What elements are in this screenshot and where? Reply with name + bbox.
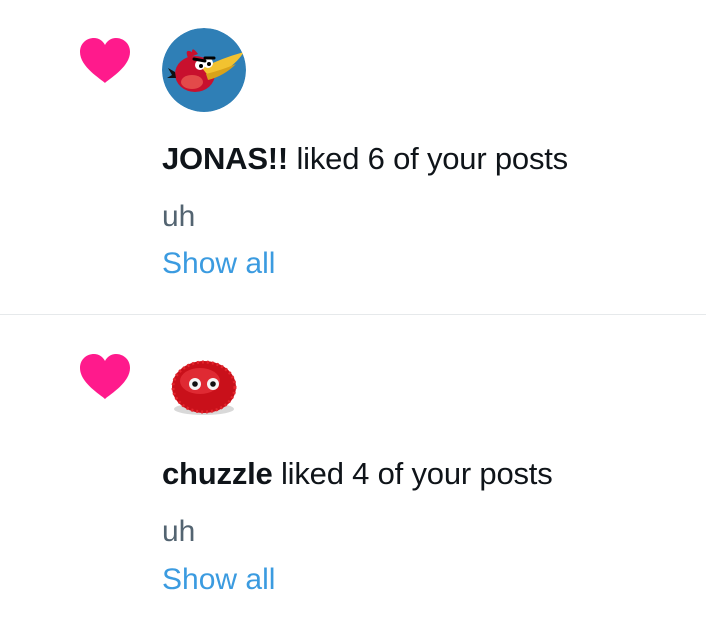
- user-avatar[interactable]: [162, 28, 246, 112]
- heart-icon: [80, 38, 130, 83]
- user-name[interactable]: JONAS!!: [162, 141, 288, 176]
- divider: [0, 314, 706, 315]
- notification-headline: JONAS!! liked 6 of your posts: [162, 139, 568, 179]
- show-all-link[interactable]: Show all: [162, 561, 275, 599]
- action-text: liked 4 of your posts: [272, 456, 553, 491]
- action-text: liked 6 of your posts: [288, 141, 568, 176]
- heart-icon: [80, 354, 130, 399]
- user-avatar[interactable]: [162, 343, 246, 427]
- show-all-link[interactable]: Show all: [162, 245, 275, 283]
- angry-bird-avatar-image: [162, 28, 246, 112]
- notification-item[interactable]: JONAS!! liked 6 of your posts uh Show al…: [0, 0, 706, 315]
- user-name[interactable]: chuzzle: [162, 456, 273, 491]
- red-fuzzball-avatar-image: [162, 343, 246, 427]
- notification-headline: chuzzle liked 4 of your posts: [162, 454, 553, 494]
- post-snippet: uh: [162, 515, 196, 548]
- notification-item[interactable]: chuzzle liked 4 of your posts uh Show al…: [0, 316, 706, 621]
- post-snippet: uh: [162, 200, 196, 233]
